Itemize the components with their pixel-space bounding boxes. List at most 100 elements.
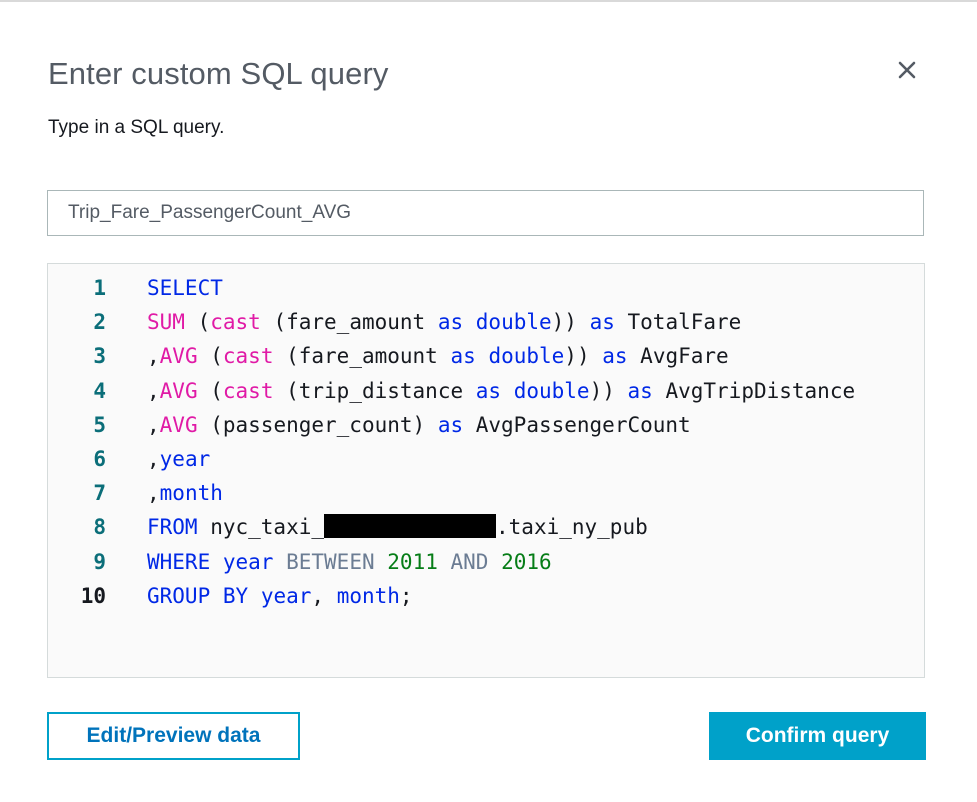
- code-token: cast: [222, 344, 274, 369]
- code-token: ,: [311, 583, 337, 608]
- code-token: double: [488, 344, 565, 369]
- code-line: 8 FROM nyc_taxi_ .taxi_ny_pub: [48, 510, 924, 544]
- code-token: (fare_amount: [260, 310, 438, 335]
- code-line: 6 ,year: [48, 442, 924, 476]
- code-token: as: [437, 310, 464, 335]
- code-token: )): [551, 310, 590, 335]
- code-token: ,: [147, 344, 160, 369]
- code-line: 9 WHERE year BETWEEN 2011 AND 2016: [48, 545, 924, 579]
- code-token: year: [222, 549, 274, 574]
- code-token: )): [564, 344, 603, 369]
- code-token: BETWEEN: [286, 549, 375, 574]
- line-number: 5: [93, 412, 106, 437]
- confirm-query-button[interactable]: Confirm query: [709, 712, 926, 760]
- code-text: ,AVG (passenger_count) as AvgPassengerCo…: [147, 408, 691, 442]
- code-token: ;: [399, 583, 413, 608]
- code-token: as: [475, 378, 502, 403]
- code-text: GROUP BY year, month;: [147, 579, 413, 613]
- edit-preview-data-button[interactable]: Edit/Preview data: [47, 712, 300, 760]
- close-icon[interactable]: [895, 58, 919, 82]
- code-token: month: [336, 583, 400, 608]
- code-token: as: [602, 344, 628, 369]
- code-token: month: [159, 481, 223, 506]
- code-token: WHERE: [147, 549, 211, 574]
- code-token: double: [513, 378, 590, 403]
- redacted-block: [324, 514, 497, 539]
- code-line: 3 ,AVG (cast (fare_amount as double)) as …: [48, 339, 924, 373]
- code-text: FROM nyc_taxi_ .taxi_ny_pub: [147, 510, 648, 544]
- code-token: TotalFare: [614, 310, 742, 335]
- code-token: ,: [147, 378, 160, 403]
- code-text: ,month: [147, 476, 223, 510]
- code-token: SELECT: [147, 276, 223, 300]
- code-token: (: [197, 344, 223, 369]
- query-name-input[interactable]: [47, 190, 924, 236]
- code-text: ,AVG (cast (trip_distance as double)) as…: [147, 374, 855, 408]
- code-token: year: [260, 583, 312, 608]
- code-token: (: [184, 310, 211, 335]
- code-token: AND: [450, 549, 489, 574]
- code-text: ,AVG (cast (fare_amount as double)) as A…: [147, 339, 729, 373]
- line-number: 4: [93, 378, 106, 403]
- sql-editor[interactable]: 1 SELECT 2 SUM (cast (fare_amount as double…: [47, 263, 925, 678]
- code-token: cast: [222, 378, 274, 403]
- code-token: nyc_taxi_: [197, 515, 325, 540]
- code-line: 5 ,AVG (passenger_count) as AvgPassengerC…: [48, 408, 924, 442]
- code-token: as: [627, 378, 653, 403]
- code-token: as: [437, 412, 464, 437]
- code-text: SELECT: [147, 271, 223, 305]
- code-token: as: [450, 344, 476, 369]
- code-token: as: [589, 310, 615, 335]
- code-token: double: [475, 310, 552, 335]
- line-number: 2: [93, 310, 106, 335]
- code-token: )): [589, 378, 628, 403]
- line-number: 8: [93, 515, 106, 540]
- code-text: WHERE year BETWEEN 2011 AND 2016: [147, 545, 552, 579]
- code-token: 2011: [387, 549, 438, 574]
- code-token: ,: [147, 412, 160, 437]
- code-token: GROUP BY: [147, 583, 249, 608]
- code-token: AVG: [159, 344, 198, 369]
- code-line: 2 SUM (cast (fare_amount as double)) as T…: [48, 305, 924, 339]
- code-token: .taxi_ny_pub: [496, 515, 648, 540]
- code-token: AvgPassengerCount: [463, 412, 691, 437]
- dialog-subtitle: Type in a SQL query.: [48, 117, 225, 138]
- line-number: 9: [93, 549, 106, 574]
- code-line: 7 ,month: [48, 476, 924, 510]
- code-token: (trip_distance: [273, 378, 476, 403]
- code-token: ,: [147, 447, 160, 471]
- code-token: cast: [210, 310, 261, 335]
- code-token: year: [159, 447, 211, 471]
- code-text: SUM (cast (fare_amount as double)) as To…: [147, 305, 741, 339]
- dialog-title: Enter custom SQL query: [48, 56, 389, 91]
- line-number: 3: [93, 344, 106, 369]
- code-token: AVG: [159, 378, 198, 403]
- top-divider: [0, 0, 977, 2]
- code-token: (passenger_count): [197, 412, 438, 437]
- line-number: 10: [80, 583, 106, 608]
- code-token: (: [197, 378, 223, 403]
- code-token: SUM: [147, 310, 185, 335]
- code-token: 2016: [501, 549, 552, 574]
- code-line: 10 GROUP BY year, month;: [48, 579, 924, 613]
- code-line: 1 SELECT: [48, 271, 924, 305]
- line-number: 7: [93, 481, 106, 506]
- code-token: AvgTripDistance: [652, 378, 856, 403]
- line-number: 1: [93, 276, 106, 300]
- code-token: FROM: [147, 515, 198, 540]
- code-token: ,: [147, 481, 160, 506]
- code-token: (fare_amount: [273, 344, 451, 369]
- code-token: AvgFare: [627, 344, 729, 369]
- code-text: ,year: [147, 442, 210, 476]
- code-line: 4 ,AVG (cast (trip_distance as double)) a…: [48, 374, 924, 408]
- code-token: AVG: [159, 412, 198, 437]
